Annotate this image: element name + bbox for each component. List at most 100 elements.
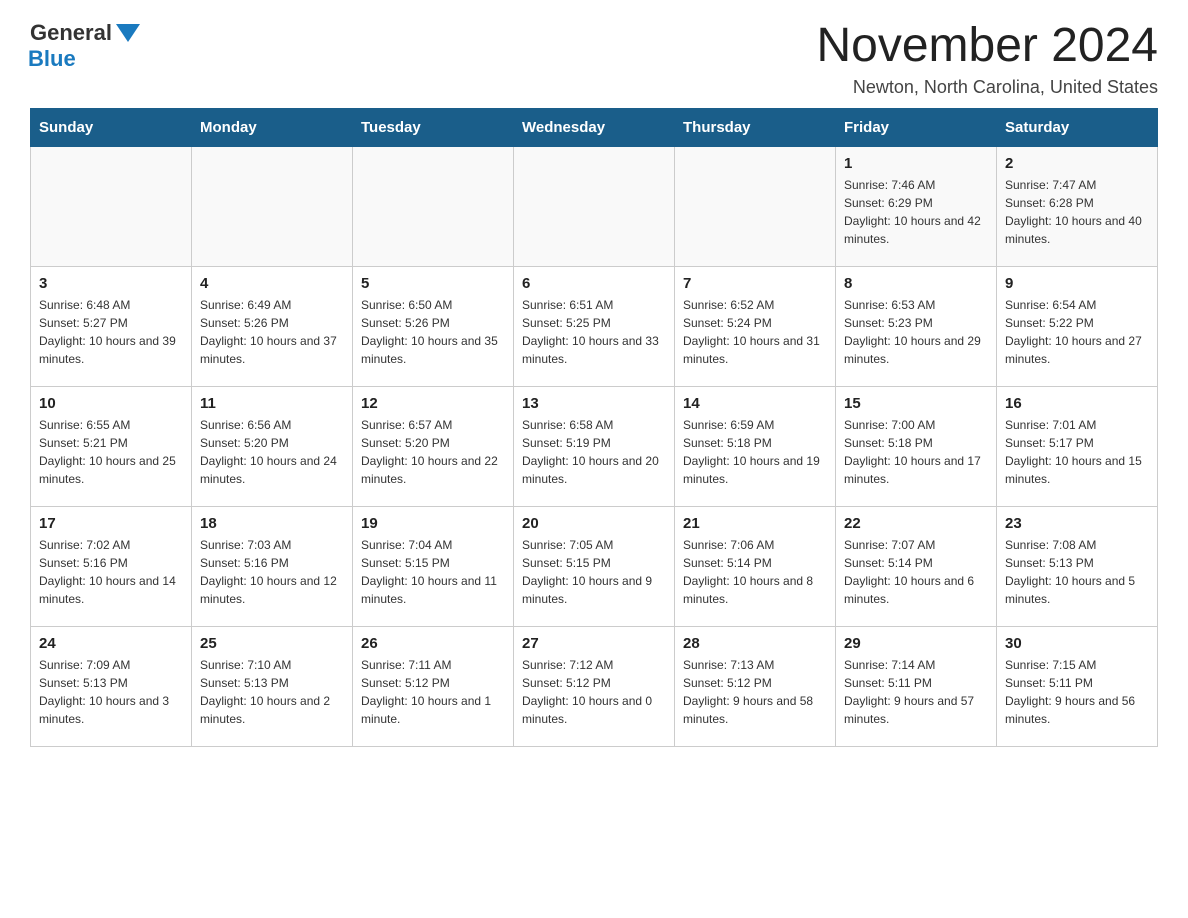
calendar-cell: 23 Sunrise: 7:08 AMSunset: 5:13 PMDayligh…	[997, 506, 1158, 626]
calendar-week-row: 10Sunrise: 6:55 AMSunset: 5:21 PMDayligh…	[31, 386, 1158, 506]
weekday-header-friday: Friday	[836, 108, 997, 146]
day-number: 27	[522, 635, 666, 652]
day-number: 6	[522, 275, 666, 292]
calendar-cell: 11 Sunrise: 6:56 AMSunset: 5:20 PMDayligh…	[192, 386, 353, 506]
sun-info: Sunrise: 7:06 AMSunset: 5:14 PMDaylight:…	[683, 536, 827, 608]
calendar-cell: 28 Sunrise: 7:13 AMSunset: 5:12 PMDayligh…	[675, 626, 836, 746]
sun-info: Sunrise: 6:59 AMSunset: 5:18 PMDaylight:…	[683, 416, 827, 488]
calendar-cell: 2 Sunrise: 7:47 AMSunset: 6:28 PMDaylight…	[997, 146, 1158, 266]
day-number: 17	[39, 515, 183, 532]
calendar-week-row: 17 Sunrise: 7:02 AMSunset: 5:16 PMDayligh…	[31, 506, 1158, 626]
day-number: 7	[683, 275, 827, 292]
weekday-header-monday: Monday	[192, 108, 353, 146]
calendar-cell: 9 Sunrise: 6:54 AMSunset: 5:22 PMDaylight…	[997, 266, 1158, 386]
weekday-header-row: SundayMondayTuesdayWednesdayThursdayFrid…	[31, 108, 1158, 146]
day-number: 1	[844, 155, 988, 172]
location-subtitle: Newton, North Carolina, United States	[816, 77, 1158, 98]
calendar-body: 1 Sunrise: 7:46 AMSunset: 6:29 PMDaylight…	[31, 146, 1158, 746]
calendar-cell: 3 Sunrise: 6:48 AMSunset: 5:27 PMDaylight…	[31, 266, 192, 386]
sun-info: Sunrise: 6:54 AMSunset: 5:22 PMDaylight:…	[1005, 296, 1149, 368]
page-header: General Blue November 2024 Newton, North…	[30, 20, 1158, 98]
day-number: 24	[39, 635, 183, 652]
day-number: 18	[200, 515, 344, 532]
month-title: November 2024	[816, 20, 1158, 73]
sun-info: Sunrise: 7:05 AMSunset: 5:15 PMDaylight:…	[522, 536, 666, 608]
day-number: 19	[361, 515, 505, 532]
sun-info: Sunrise: 7:13 AMSunset: 5:12 PMDaylight:…	[683, 656, 827, 728]
day-number: 8	[844, 275, 988, 292]
day-number: 28	[683, 635, 827, 652]
sun-info: Sunrise: 7:02 AMSunset: 5:16 PMDaylight:…	[39, 536, 183, 608]
sun-info: Sunrise: 7:14 AMSunset: 5:11 PMDaylight:…	[844, 656, 988, 728]
day-number: 11	[200, 395, 344, 412]
sun-info: Sunrise: 6:57 AMSunset: 5:20 PMDaylight:…	[361, 416, 505, 488]
sun-info: Sunrise: 7:08 AMSunset: 5:13 PMDaylight:…	[1005, 536, 1149, 608]
calendar-cell: 20 Sunrise: 7:05 AMSunset: 5:15 PMDayligh…	[514, 506, 675, 626]
sun-info: Sunrise: 6:53 AMSunset: 5:23 PMDaylight:…	[844, 296, 988, 368]
calendar-cell: 18 Sunrise: 7:03 AMSunset: 5:16 PMDayligh…	[192, 506, 353, 626]
calendar-cell: 8 Sunrise: 6:53 AMSunset: 5:23 PMDaylight…	[836, 266, 997, 386]
calendar-cell: 6 Sunrise: 6:51 AMSunset: 5:25 PMDaylight…	[514, 266, 675, 386]
sun-info: Sunrise: 7:03 AMSunset: 5:16 PMDaylight:…	[200, 536, 344, 608]
weekday-header-thursday: Thursday	[675, 108, 836, 146]
calendar-cell: 29 Sunrise: 7:14 AMSunset: 5:11 PMDayligh…	[836, 626, 997, 746]
day-number: 20	[522, 515, 666, 532]
day-number: 3	[39, 275, 183, 292]
sun-info: Sunrise: 7:09 AMSunset: 5:13 PMDaylight:…	[39, 656, 183, 728]
day-number: 13	[522, 395, 666, 412]
day-number: 21	[683, 515, 827, 532]
sun-info: Sunrise: 7:01 AMSunset: 5:17 PMDaylight:…	[1005, 416, 1149, 488]
calendar-cell	[192, 146, 353, 266]
calendar-cell: 26 Sunrise: 7:11 AMSunset: 5:12 PMDayligh…	[353, 626, 514, 746]
sun-info: Sunrise: 7:04 AMSunset: 5:15 PMDaylight:…	[361, 536, 505, 608]
sun-info: Sunrise: 7:10 AMSunset: 5:13 PMDaylight:…	[200, 656, 344, 728]
calendar-header: SundayMondayTuesdayWednesdayThursdayFrid…	[31, 108, 1158, 146]
day-number: 30	[1005, 635, 1149, 652]
day-number: 26	[361, 635, 505, 652]
sun-info: Sunrise: 6:50 AMSunset: 5:26 PMDaylight:…	[361, 296, 505, 368]
day-number: 25	[200, 635, 344, 652]
day-number: 2	[1005, 155, 1149, 172]
weekday-header-saturday: Saturday	[997, 108, 1158, 146]
calendar-cell: 22 Sunrise: 7:07 AMSunset: 5:14 PMDayligh…	[836, 506, 997, 626]
sun-info: Sunrise: 6:48 AMSunset: 5:27 PMDaylight:…	[39, 296, 183, 368]
calendar-week-row: 24 Sunrise: 7:09 AMSunset: 5:13 PMDayligh…	[31, 626, 1158, 746]
calendar-cell	[353, 146, 514, 266]
calendar-cell: 15 Sunrise: 7:00 AMSunset: 5:18 PMDayligh…	[836, 386, 997, 506]
day-number: 9	[1005, 275, 1149, 292]
calendar-cell	[31, 146, 192, 266]
day-number: 15	[844, 395, 988, 412]
calendar-week-row: 1 Sunrise: 7:46 AMSunset: 6:29 PMDaylight…	[31, 146, 1158, 266]
calendar-week-row: 3 Sunrise: 6:48 AMSunset: 5:27 PMDaylight…	[31, 266, 1158, 386]
calendar-table: SundayMondayTuesdayWednesdayThursdayFrid…	[30, 108, 1158, 747]
calendar-cell: 17 Sunrise: 7:02 AMSunset: 5:16 PMDayligh…	[31, 506, 192, 626]
day-number: 14	[683, 395, 827, 412]
calendar-cell: 7Sunrise: 6:52 AMSunset: 5:24 PMDaylight…	[675, 266, 836, 386]
weekday-header-sunday: Sunday	[31, 108, 192, 146]
day-number: 4	[200, 275, 344, 292]
sun-info: Sunrise: 7:00 AMSunset: 5:18 PMDaylight:…	[844, 416, 988, 488]
sun-info: Sunrise: 7:11 AMSunset: 5:12 PMDaylight:…	[361, 656, 505, 728]
day-number: 29	[844, 635, 988, 652]
calendar-cell: 30 Sunrise: 7:15 AMSunset: 5:11 PMDayligh…	[997, 626, 1158, 746]
calendar-cell: 4Sunrise: 6:49 AMSunset: 5:26 PMDaylight…	[192, 266, 353, 386]
day-number: 23	[1005, 515, 1149, 532]
calendar-cell: 1 Sunrise: 7:46 AMSunset: 6:29 PMDaylight…	[836, 146, 997, 266]
sun-info: Sunrise: 6:51 AMSunset: 5:25 PMDaylight:…	[522, 296, 666, 368]
sun-info: Sunrise: 7:15 AMSunset: 5:11 PMDaylight:…	[1005, 656, 1149, 728]
logo-general-text: General	[30, 20, 112, 46]
sun-info: Sunrise: 7:46 AMSunset: 6:29 PMDaylight:…	[844, 176, 988, 248]
calendar-cell: 14 Sunrise: 6:59 AMSunset: 5:18 PMDayligh…	[675, 386, 836, 506]
calendar-cell: 12Sunrise: 6:57 AMSunset: 5:20 PMDayligh…	[353, 386, 514, 506]
day-number: 16	[1005, 395, 1149, 412]
sun-info: Sunrise: 6:56 AMSunset: 5:20 PMDaylight:…	[200, 416, 344, 488]
sun-info: Sunrise: 7:47 AMSunset: 6:28 PMDaylight:…	[1005, 176, 1149, 248]
day-number: 10	[39, 395, 183, 412]
day-number: 22	[844, 515, 988, 532]
sun-info: Sunrise: 7:12 AMSunset: 5:12 PMDaylight:…	[522, 656, 666, 728]
calendar-cell: 27 Sunrise: 7:12 AMSunset: 5:12 PMDayligh…	[514, 626, 675, 746]
calendar-cell: 24 Sunrise: 7:09 AMSunset: 5:13 PMDayligh…	[31, 626, 192, 746]
sun-info: Sunrise: 7:07 AMSunset: 5:14 PMDaylight:…	[844, 536, 988, 608]
logo-blue-text: Blue	[28, 46, 76, 72]
calendar-cell: 5Sunrise: 6:50 AMSunset: 5:26 PMDaylight…	[353, 266, 514, 386]
